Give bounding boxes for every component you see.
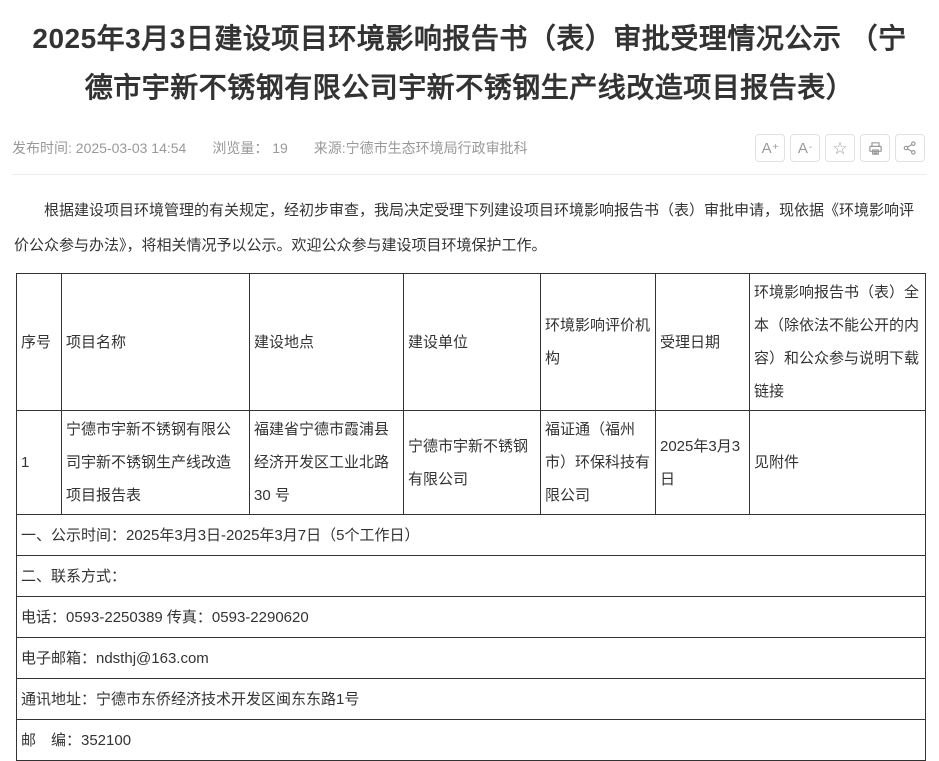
font-decrease-button[interactable]: A-	[790, 134, 820, 162]
header-company: 建设单位	[404, 274, 541, 411]
star-icon: ☆	[832, 140, 847, 157]
plus-sign: +	[773, 143, 779, 153]
note-contact-heading: 二、联系方式：	[17, 556, 926, 597]
font-increase-button[interactable]: A+	[755, 134, 785, 162]
note-row-publicity-period: 一、公示时间：2025年3月3日-2025年3月7日（5个工作日）	[17, 515, 926, 556]
font-increase-letter: A	[762, 140, 772, 157]
table-row: 1 宁德市宇新不锈钢有限公司宇新不锈钢生产线改造项目报告表 福建省宁德市霞浦县 …	[17, 411, 926, 515]
note-publicity-period: 一、公示时间：2025年3月3日-2025年3月7日（5个工作日）	[17, 515, 926, 556]
note-row-contact-heading: 二、联系方式：	[17, 556, 926, 597]
note-address: 通讯地址：宁德市东侨经济技术开发区闽东东路1号	[17, 679, 926, 720]
intro-paragraph: 根据建设项目环境管理的有关规定，经初步审查，我局决定受理下列建设项目环境影响报告…	[0, 175, 939, 273]
note-row-address: 通讯地址：宁德市东侨经济技术开发区闽东东路1号	[17, 679, 926, 720]
view-count: 浏览量： 19	[212, 138, 287, 158]
cell-agency: 福证通（福州市）环保科技有限公司	[541, 411, 656, 515]
note-phone-fax: 电话：0593-2250389 传真：0593-2290620	[17, 597, 926, 638]
share-icon	[902, 140, 918, 156]
toolbar: A+ A- ☆	[755, 134, 925, 162]
font-decrease-letter: A	[798, 140, 808, 157]
header-index: 序号	[17, 274, 62, 411]
printer-icon	[867, 140, 884, 157]
article-page: 2025年3月3日建设项目环境影响报告书（表）审批受理情况公示 （宁德市宇新不锈…	[0, 0, 939, 761]
header-location: 建设地点	[250, 274, 404, 411]
note-row-email: 电子邮箱：ndsthj@163.com	[17, 638, 926, 679]
header-accept-date: 受理日期	[656, 274, 750, 411]
cell-company: 宁德市宇新不锈钢有限公司	[404, 411, 541, 515]
meta-bar: 发布时间: 2025-03-03 14:54 浏览量： 19 来源:宁德市生态环…	[0, 134, 939, 162]
header-project-name: 项目名称	[62, 274, 250, 411]
cell-download: 见附件	[750, 411, 926, 515]
meta-info: 发布时间: 2025-03-03 14:54 浏览量： 19 来源:宁德市生态环…	[12, 138, 528, 158]
share-button[interactable]	[895, 134, 925, 162]
print-button[interactable]	[860, 134, 890, 162]
minus-sign: -	[809, 143, 812, 153]
cell-index: 1	[17, 411, 62, 515]
note-row-phone-fax: 电话：0593-2250389 传真：0593-2290620	[17, 597, 926, 638]
table-header-row: 序号 项目名称 建设地点 建设单位 环境影响评价机构 受理日期 环境影响报告书（…	[17, 274, 926, 411]
note-row-postcode: 邮 编：352100	[17, 720, 926, 761]
favorite-button[interactable]: ☆	[825, 134, 855, 162]
page-title: 2025年3月3日建设项目环境影响报告书（表）审批受理情况公示 （宁德市宇新不锈…	[0, 14, 939, 112]
acceptance-table: 序号 项目名称 建设地点 建设单位 环境影响评价机构 受理日期 环境影响报告书（…	[16, 273, 926, 761]
header-download: 环境影响报告书（表）全本（除依法不能公开的内容）和公众参与说明下载链接	[750, 274, 926, 411]
cell-project-name: 宁德市宇新不锈钢有限公司宇新不锈钢生产线改造项目报告表	[62, 411, 250, 515]
cell-location: 福建省宁德市霞浦县 经济开发区工业北路 30 号	[250, 411, 404, 515]
note-postcode: 邮 编：352100	[17, 720, 926, 761]
source: 来源:宁德市生态环境局行政审批科	[314, 138, 528, 158]
cell-accept-date: 2025年3月3日	[656, 411, 750, 515]
note-email: 电子邮箱：ndsthj@163.com	[17, 638, 926, 679]
header-agency: 环境影响评价机构	[541, 274, 656, 411]
publish-time: 发布时间: 2025-03-03 14:54	[12, 138, 186, 158]
